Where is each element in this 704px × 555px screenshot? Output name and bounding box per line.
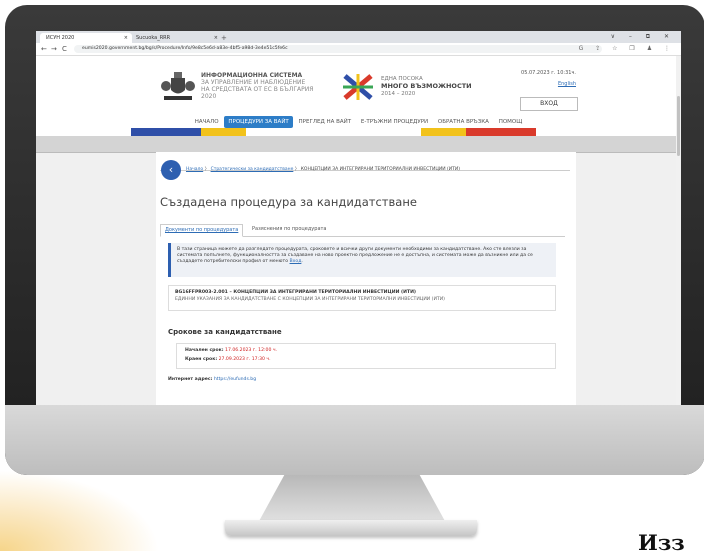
deadlines-box: Начален срок: 17.06.2023 г. 12:00 ч. Кра… bbox=[176, 343, 556, 369]
main-nav: НАЧАЛО ПРОЦЕДУРИ ЗА ВАЙТ ПРЕГЛЕД НА ВАЙТ… bbox=[36, 116, 681, 128]
start-date-label: Начален срок: bbox=[185, 348, 224, 353]
start-date-value: 17.06.2023 г. 12:00 ч. bbox=[225, 348, 278, 353]
reload-icon[interactable]: C bbox=[62, 43, 67, 55]
window-controls[interactable]: ∨ – ⧉ ✕ bbox=[611, 32, 675, 42]
browser-tab-label: Sucuoka_RRR bbox=[136, 35, 171, 41]
browser-tab[interactable]: Sucuoka_RRR × bbox=[130, 33, 222, 43]
eu-programme-logo-icon bbox=[343, 74, 373, 100]
deadlines-heading: Срокове за кандидатстване bbox=[168, 328, 282, 336]
date-box: 05.07.2023 г. 10:31ч. English bbox=[504, 70, 576, 87]
procedure-code: BG16FFPR003-2.001 – КОНЦЕПЦИИ ЗА ИНТЕГРИ… bbox=[175, 290, 417, 295]
language-link[interactable]: English bbox=[504, 81, 576, 87]
background-swoosh bbox=[0, 470, 160, 551]
breadcrumb: Начало 〉 Стратегически за кандидатстване… bbox=[186, 167, 461, 172]
procedure-box: BG16FFPR003-2.001 – КОНЦЕПЦИИ ЗА ИНТЕГРИ… bbox=[168, 285, 556, 311]
monitor-chin bbox=[5, 405, 704, 475]
procedure-tabs: Документи по процедурата Разяснения по п… bbox=[160, 224, 565, 237]
back-button[interactable]: ‹ bbox=[161, 160, 181, 180]
internet-address-label: Интернет адрес: bbox=[168, 377, 213, 382]
tab-clarifications[interactable]: Разяснения по процедурата bbox=[248, 224, 331, 235]
tab-documents[interactable]: Документи по процедурата bbox=[160, 224, 244, 237]
end-date-label: Краен срок: bbox=[185, 357, 218, 362]
stripe-blue bbox=[131, 128, 201, 136]
current-date: 05.07.2023 г. 10:31ч. bbox=[521, 70, 576, 76]
eu-slogan-line: МНОГО ВЪЗМОЖНОСТИ bbox=[381, 82, 472, 90]
decorative-stripes bbox=[36, 128, 681, 136]
page-title: Създадена процедура за кандидатстване bbox=[160, 195, 417, 209]
breadcrumb-link-home[interactable]: Начало bbox=[186, 167, 203, 172]
stripe-yellow bbox=[421, 128, 466, 136]
system-title-line: ЗА УПРАВЛЕНИЕ И НАБЛЮДЕНИЕ bbox=[201, 79, 306, 86]
browser-toolbar: ← → C eumis2020.government.bg/bg/s/Proce… bbox=[36, 43, 681, 56]
system-title-line: ИНФОРМАЦИОННА СИСТЕМА bbox=[201, 72, 303, 79]
system-title: ИНФОРМАЦИОННА СИСТЕМА ЗА УПРАВЛЕНИЕ И НА… bbox=[201, 72, 331, 100]
eu-slogan: ЕДНА ПОСОКА МНОГО ВЪЗМОЖНОСТИ 2014 – 202… bbox=[381, 76, 491, 98]
address-bar[interactable]: eumis2020.government.bg/bg/s/Procedure/I… bbox=[74, 45, 602, 53]
browser-extension-icons[interactable]: G ⇪ ☆ ❒ ♟ ⋮ bbox=[579, 43, 675, 55]
login-link[interactable]: Вход bbox=[290, 259, 302, 264]
eu-slogan-line: 2014 – 2020 bbox=[381, 91, 416, 97]
stripe-yellow bbox=[201, 128, 246, 136]
browser-tab-active[interactable]: ИСУН 2020 × bbox=[40, 33, 132, 43]
close-tab-icon[interactable]: × bbox=[124, 33, 128, 43]
forward-arrow-icon[interactable]: → bbox=[51, 43, 57, 55]
chevron-left-icon: ‹ bbox=[168, 163, 174, 176]
nav-item-e-tenders[interactable]: Е-ТРЪЖНИ ПРОЦЕДУРИ bbox=[357, 116, 432, 128]
web-page: ИНФОРМАЦИОННА СИСТЕМА ЗА УПРАВЛЕНИЕ И НА… bbox=[36, 56, 681, 405]
monitor-stand-neck bbox=[258, 475, 446, 523]
login-button[interactable]: ВХОД bbox=[520, 97, 578, 111]
back-arrow-icon[interactable]: ← bbox=[41, 43, 47, 55]
procedure-subtitle: ЕДИННИ УКАЗАНИЯ ЗА КАНДИДАТСТВАНЕ С КОНЦ… bbox=[175, 297, 445, 302]
breadcrumb-current: КОНЦЕПЦИИ ЗА ИНТЕГРИРАНИ ТЕРИТОРИАЛНИ ИН… bbox=[300, 167, 461, 172]
internet-address: Интернет адрес: https://eufunds.bg bbox=[168, 377, 256, 382]
browser-tab-label: ИСУН 2020 bbox=[46, 35, 75, 41]
nav-item-review[interactable]: ПРЕГЛЕД НА ВАЙТ bbox=[295, 116, 356, 128]
corner-heading-text: Изз bbox=[638, 530, 685, 555]
nav-item-home[interactable]: НАЧАЛО bbox=[191, 116, 223, 128]
page-scrollbar[interactable] bbox=[676, 56, 681, 405]
scrollbar-thumb[interactable] bbox=[677, 96, 680, 156]
monitor-screen: ИСУН 2020 × Sucuoka_RRR × + ∨ – ⧉ ✕ ← → … bbox=[36, 31, 681, 405]
nav-item-help[interactable]: ПОМОЩ bbox=[495, 116, 527, 128]
browser-tabbar: ИСУН 2020 × Sucuoka_RRR × + ∨ – ⧉ ✕ bbox=[36, 31, 681, 43]
info-box: В тази страница можете да разгледате про… bbox=[168, 243, 556, 277]
info-text: В тази страница можете да разгледате про… bbox=[177, 247, 533, 264]
page-band bbox=[36, 136, 681, 153]
new-tab-button[interactable]: + bbox=[221, 33, 227, 43]
nav-item-procedures[interactable]: ПРОЦЕДУРИ ЗА ВАЙТ bbox=[224, 116, 293, 128]
bulgarian-coat-of-arms-icon bbox=[161, 72, 195, 100]
close-tab-icon[interactable]: × bbox=[214, 33, 218, 43]
content-panel: ‹ Начало 〉 Стратегически за кандидатства… bbox=[156, 152, 576, 405]
internet-address-link[interactable]: https://eufunds.bg bbox=[214, 377, 256, 382]
system-title-line: НА СРЕДСТВАТА ОТ ЕС В БЪЛГАРИЯ bbox=[201, 86, 314, 93]
end-date-value: 27.09.2023 г. 17:30 ч. bbox=[218, 357, 271, 362]
stripe-red bbox=[466, 128, 536, 136]
monitor-stand-base bbox=[225, 520, 477, 536]
site-header: ИНФОРМАЦИОННА СИСТЕМА ЗА УПРАВЛЕНИЕ И НА… bbox=[36, 56, 681, 136]
system-title-line: 2020 bbox=[201, 93, 217, 100]
nav-item-feedback[interactable]: ОБРАТНА ВРЪЗКА bbox=[434, 116, 493, 128]
breadcrumb-link-procedures[interactable]: Стратегически за кандидатстване bbox=[211, 167, 294, 172]
